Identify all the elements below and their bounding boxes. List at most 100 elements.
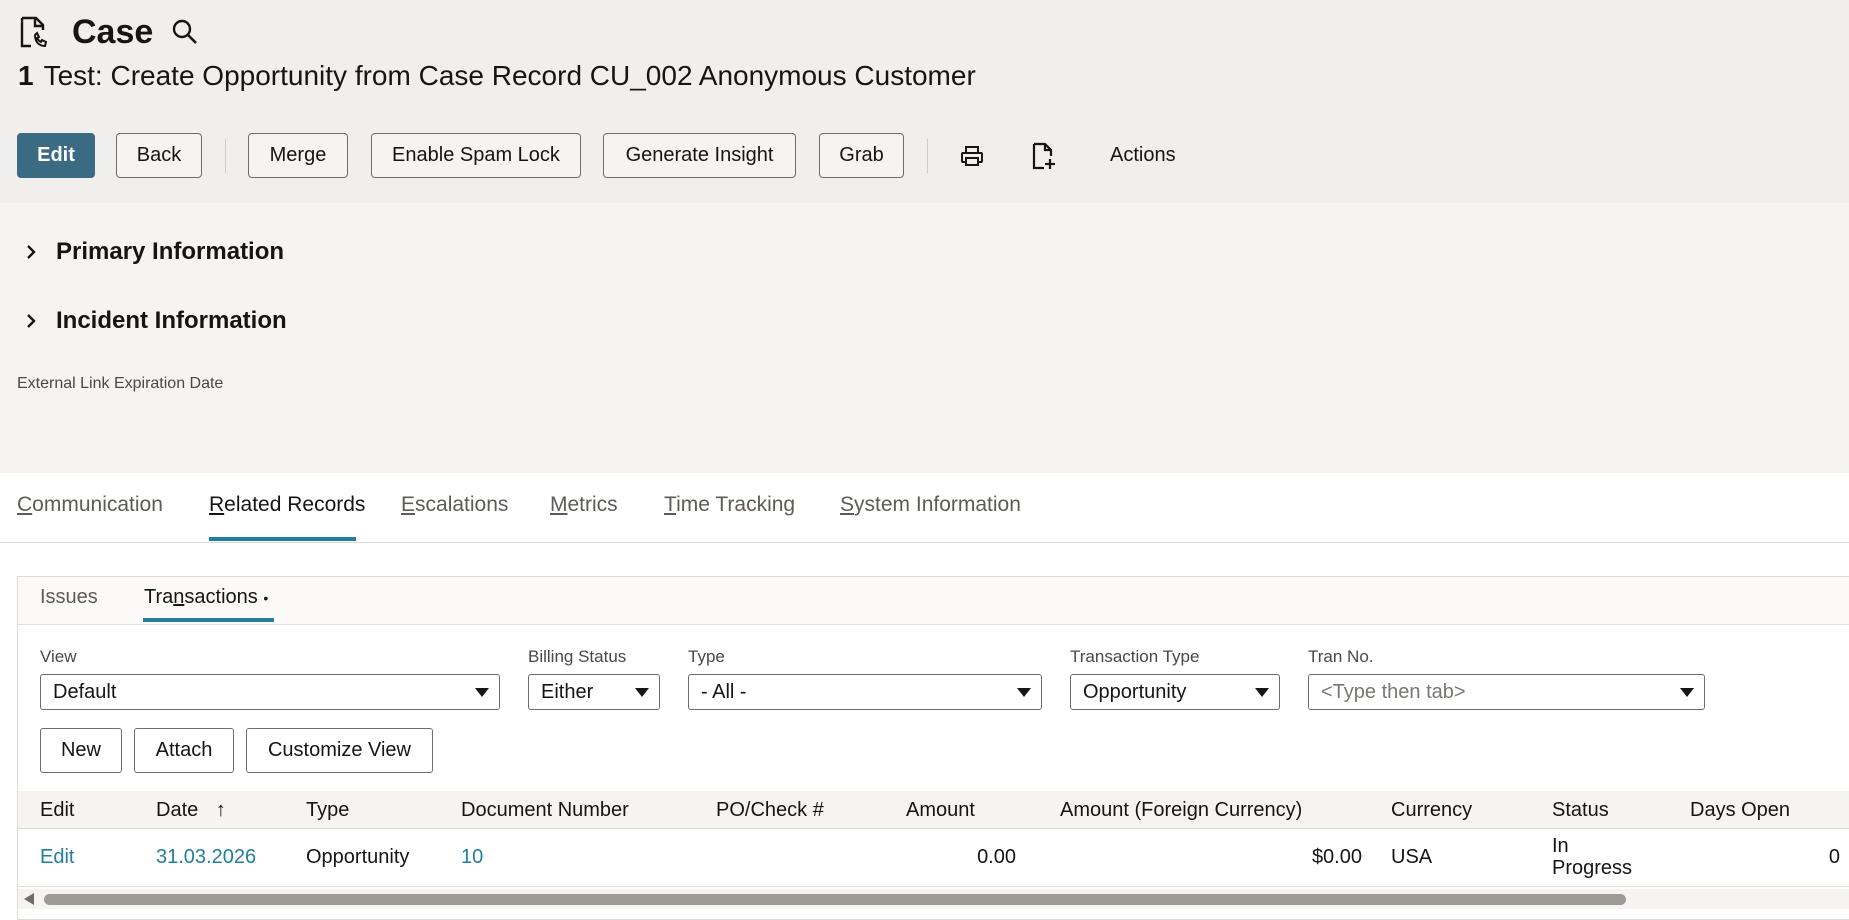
billing-status-select[interactable]: Either xyxy=(528,674,660,710)
merge-button[interactable]: Merge xyxy=(248,133,348,178)
row-currency: USA xyxy=(1391,846,1433,868)
record-title: Test: Create Opportunity from Case Recor… xyxy=(43,60,976,91)
subtab-issues[interactable]: Issues xyxy=(40,586,98,609)
tab-access-key: E xyxy=(401,493,416,516)
column-header-currency[interactable]: Currency xyxy=(1391,799,1472,822)
type-label: Type xyxy=(688,647,725,666)
tab-related-records[interactable]: Related Records xyxy=(209,493,365,517)
tab-time-tracking[interactable]: Time Tracking xyxy=(664,493,795,517)
view-label: View xyxy=(40,647,77,666)
scrollbar-thumb[interactable] xyxy=(44,894,1626,905)
tab-escalations[interactable]: Escalations xyxy=(401,493,508,517)
transaction-type-value: Opportunity xyxy=(1083,680,1187,703)
row-document-number-link[interactable]: 10 xyxy=(461,846,483,869)
tab-label: elated Records xyxy=(224,493,366,516)
tab-access-key: M xyxy=(550,493,568,516)
print-icon xyxy=(961,145,983,166)
subtab-access-key: n xyxy=(173,586,185,608)
column-header-amount-foreign[interactable]: Amount (Foreign Currency) xyxy=(1060,799,1302,822)
column-header-edit[interactable]: Edit xyxy=(40,799,74,822)
incident-information-section[interactable]: Incident Information xyxy=(22,307,287,335)
actions-menu[interactable]: Actions xyxy=(1110,144,1176,167)
generate-insight-button[interactable]: Generate Insight xyxy=(603,133,796,178)
billing-status-label: Billing Status xyxy=(528,647,627,666)
table-row: Edit 31.03.2026 Opportunity 10 0.00 $0.0… xyxy=(18,829,1849,887)
active-subtab-indicator xyxy=(143,618,274,622)
view-select[interactable]: Default xyxy=(40,674,500,710)
enable-spam-lock-button[interactable]: Enable Spam Lock xyxy=(371,133,581,178)
external-link-expiration-label: External Link Expiration Date xyxy=(17,375,224,392)
column-label: Date xyxy=(156,799,199,821)
subtab-transactions[interactable]: Transactions • xyxy=(144,586,268,609)
type-select[interactable]: - All - xyxy=(688,674,1042,710)
chevron-right-icon xyxy=(27,245,36,259)
record-subtabs: Communication Related Records Escalation… xyxy=(0,473,1849,543)
row-status: In Progress xyxy=(1552,835,1632,879)
attach-button[interactable]: Attach xyxy=(134,728,234,773)
grab-button[interactable]: Grab xyxy=(819,133,904,178)
tab-access-key: S xyxy=(840,493,855,516)
column-header-days-open[interactable]: Days Open xyxy=(1690,799,1790,822)
column-header-po-check[interactable]: PO/Check # xyxy=(716,799,824,822)
print-button[interactable] xyxy=(950,134,994,178)
transaction-type-label: Transaction Type xyxy=(1070,647,1200,666)
row-status-line: In xyxy=(1552,835,1569,857)
row-amount-foreign: $0.00 xyxy=(1311,846,1362,868)
tran-no-label: Tran No. xyxy=(1308,647,1374,666)
tab-system-information[interactable]: System Information xyxy=(840,493,1021,517)
row-amount: 0.00 xyxy=(977,846,1016,868)
new-button[interactable]: New xyxy=(40,728,122,773)
tab-access-key: R xyxy=(209,493,225,516)
tab-metrics[interactable]: Metrics xyxy=(550,493,618,517)
chevron-right-icon xyxy=(27,314,36,328)
chevron-down-icon xyxy=(1255,688,1269,697)
tab-label: ommunication xyxy=(32,493,163,516)
row-status-line: Progress xyxy=(1552,857,1633,879)
chevron-down-icon xyxy=(635,688,649,697)
column-header-date[interactable]: Date ↑ xyxy=(156,799,226,822)
column-header-amount[interactable]: Amount xyxy=(906,799,975,822)
scroll-left-icon[interactable] xyxy=(24,893,34,905)
column-header-document-number[interactable]: Document Number xyxy=(461,799,629,822)
tab-label: ime Tracking xyxy=(676,493,796,516)
tab-access-key: C xyxy=(17,493,33,516)
unsaved-indicator: • xyxy=(263,590,269,606)
transaction-type-select[interactable]: Opportunity xyxy=(1070,674,1280,710)
row-date-link[interactable]: 31.03.2026 xyxy=(156,846,256,869)
sort-ascending-icon: ↑ xyxy=(215,799,226,821)
new-document-button[interactable] xyxy=(1022,134,1066,178)
row-days-open: 0 xyxy=(1828,846,1840,868)
section-title: Incident Information xyxy=(56,307,287,334)
toolbar-separator xyxy=(225,138,226,173)
search-icon[interactable] xyxy=(171,18,199,46)
tab-label: scalations xyxy=(415,493,509,516)
primary-information-section[interactable]: Primary Information xyxy=(22,238,284,266)
column-header-status[interactable]: Status xyxy=(1552,799,1609,822)
tab-access-key: T xyxy=(664,493,677,516)
record-subtitle: 1 Test: Create Opportunity from Case Reco… xyxy=(18,60,976,92)
horizontal-scrollbar[interactable] xyxy=(18,889,1849,909)
page-title: Case xyxy=(72,12,154,51)
row-edit-link[interactable]: Edit xyxy=(40,846,74,869)
customize-view-button[interactable]: Customize View xyxy=(246,728,433,773)
new-document-icon xyxy=(1032,142,1055,169)
tab-label: etrics xyxy=(567,493,618,516)
record-number: 1 xyxy=(18,60,34,91)
chevron-down-icon xyxy=(1680,688,1694,697)
edit-button[interactable]: Edit xyxy=(17,133,95,178)
back-button[interactable]: Back xyxy=(116,133,202,178)
tab-communication[interactable]: Communication xyxy=(17,493,163,517)
chevron-down-icon xyxy=(1017,688,1031,697)
subtab-label: sactions xyxy=(184,586,258,608)
case-record-icon xyxy=(20,16,48,48)
table-header: Edit Date ↑ Type Document Number PO/Chec… xyxy=(18,791,1849,829)
view-value: Default xyxy=(53,680,117,703)
chevron-down-icon xyxy=(475,688,489,697)
related-records-panel: Issues Transactions • View Default Billi… xyxy=(17,576,1849,920)
type-value: - All - xyxy=(701,680,747,703)
tran-no-input[interactable]: <Type then tab> xyxy=(1308,674,1705,710)
column-header-type[interactable]: Type xyxy=(306,799,349,822)
row-type: Opportunity xyxy=(306,846,410,868)
billing-status-value: Either xyxy=(541,680,594,703)
active-tab-indicator xyxy=(209,537,356,541)
